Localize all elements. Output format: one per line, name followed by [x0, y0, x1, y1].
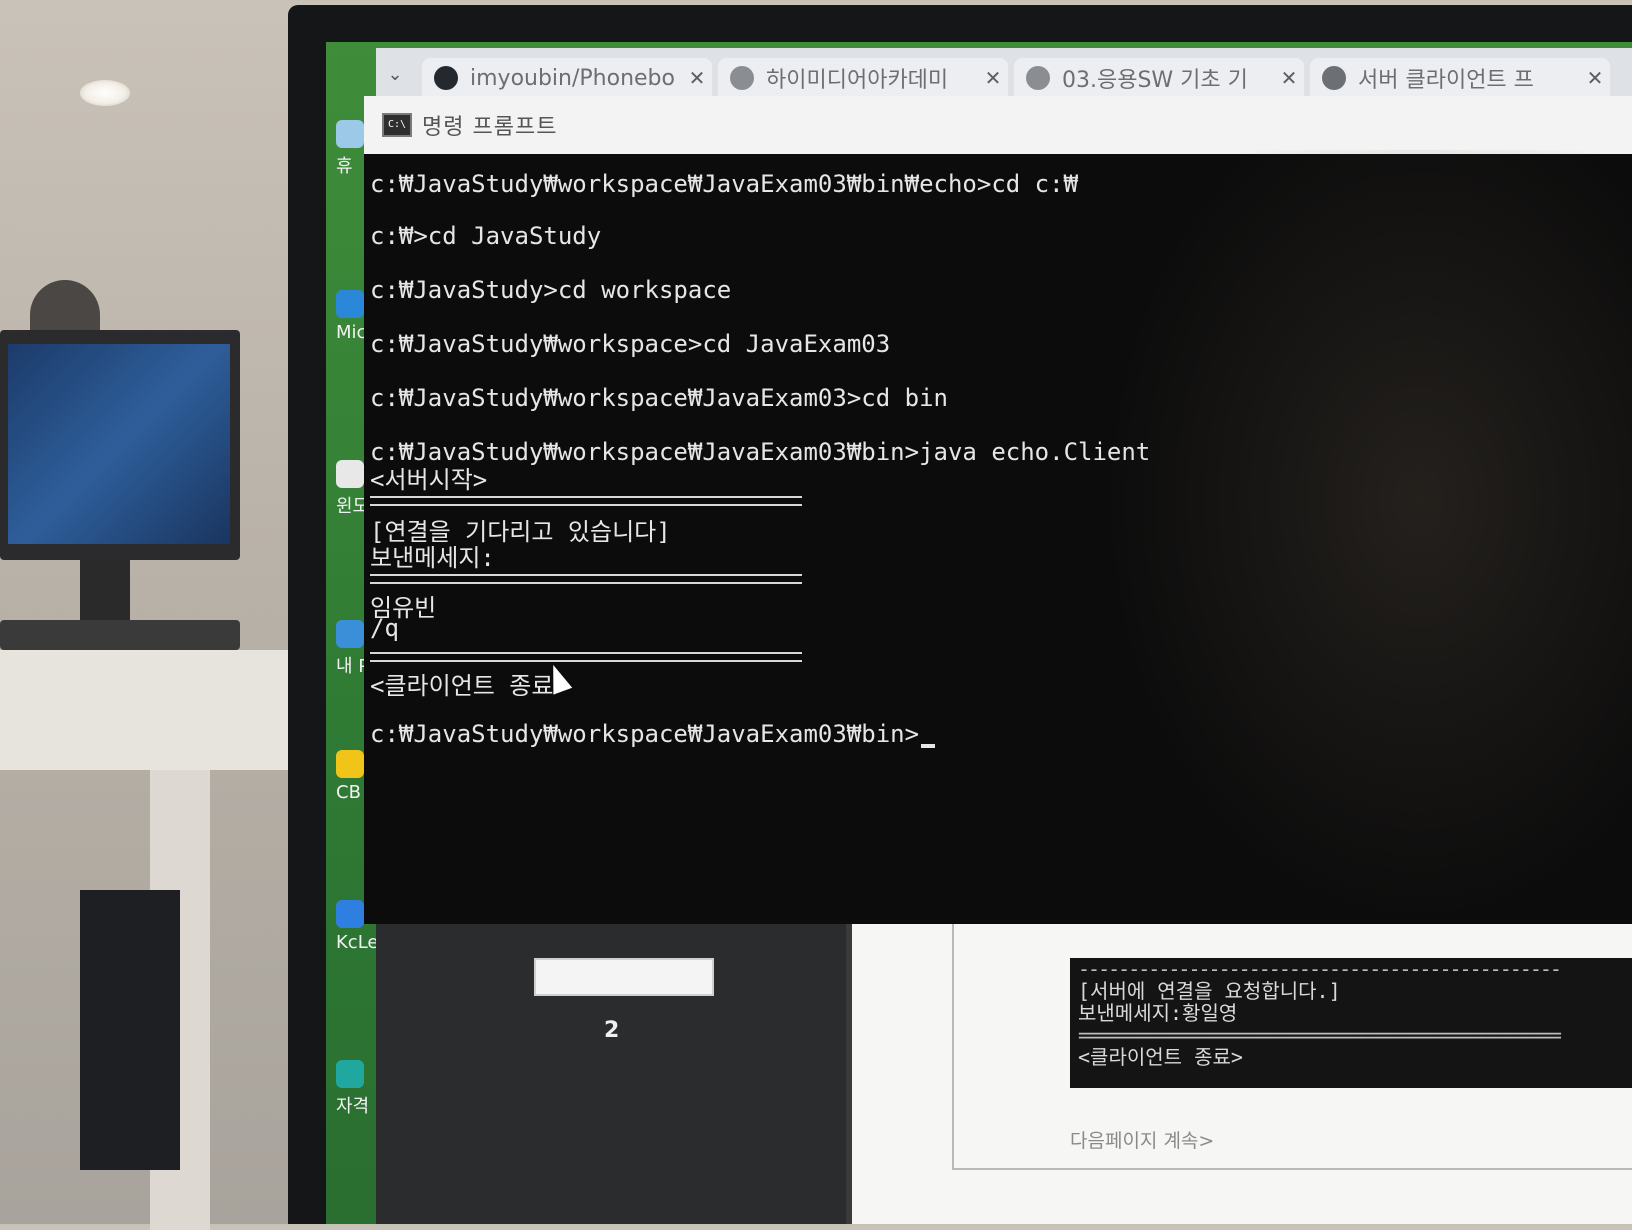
edge-browser-icon	[336, 290, 364, 318]
document-console-line: 보낸메세지:황일영	[1078, 1001, 1238, 1025]
console-line: c:₩JavaStudy>cd workspace	[370, 276, 732, 304]
tab-title: 서버 클라이언트 프	[1358, 68, 1534, 93]
document-footer-note: 다음페이지 계속>	[1070, 1130, 1215, 1152]
background-keyboard	[0, 620, 240, 650]
close-icon[interactable]: ✕	[978, 66, 1008, 90]
console-prompt: c:₩JavaStudy₩workspace₩JavaExam03₩bin>	[370, 720, 920, 748]
document-console-screenshot: ----------------------------------------…	[1070, 958, 1632, 1088]
tab-search-button[interactable]: ⌄	[382, 62, 408, 88]
chevron-down-icon: ⌄	[387, 64, 403, 85]
my-pc-icon	[336, 620, 364, 648]
desktop-icon-label: 휴	[336, 156, 353, 177]
close-icon[interactable]: ✕	[1580, 66, 1610, 90]
recycle-bin-icon	[336, 120, 364, 148]
cmd-console[interactable]: c:₩JavaStudy₩workspace₩JavaExam03₩bin₩ec…	[364, 154, 1632, 924]
console-line: <서버시작>	[370, 466, 488, 494]
ceiling-light	[80, 80, 130, 106]
cmd-window-title: 명령 프롬프트	[422, 115, 558, 140]
page-thumbnail[interactable]	[534, 958, 714, 996]
document-console-line: [서버에 연결을 요청합니다.]	[1078, 979, 1341, 1003]
close-icon[interactable]: ✕	[682, 66, 712, 90]
console-separator	[370, 496, 802, 506]
browser-tab-sw-basics[interactable]: 03.응용SW 기초 기 ✕	[1014, 58, 1304, 98]
globe-icon	[1026, 66, 1050, 90]
console-prompt-line[interactable]: c:₩JavaStudy₩workspace₩JavaExam03₩bin>	[370, 720, 936, 748]
console-separator	[370, 574, 802, 584]
console-separator	[370, 652, 802, 662]
console-rule: ========================================…	[1078, 1024, 1562, 1046]
github-icon	[434, 66, 458, 90]
console-line: c:₩JavaStudy₩workspace₩JavaExam03>cd bin	[370, 384, 948, 412]
console-line: /q	[370, 614, 399, 642]
background-monitor	[0, 330, 240, 560]
tab-title: 하이미디어아카데미	[766, 68, 949, 93]
desktop-icon-label: Mic	[336, 322, 367, 343]
browser-tab-github[interactable]: imyoubin/Phonebo ✕	[422, 58, 712, 98]
background-monitor-stand	[80, 560, 130, 620]
console-line: c:₩JavaStudy₩workspace₩JavaExam03₩bin₩ec…	[370, 170, 1079, 198]
console-line: <클라이언트 종료>	[370, 672, 568, 700]
document-thumbnail-pane: 2	[376, 918, 846, 1224]
background-pc-tower	[80, 890, 180, 1170]
windows-app-icon	[336, 460, 364, 488]
desktop-icon-label: 자격	[336, 1096, 370, 1117]
console-line: 보낸메세지:	[370, 544, 495, 572]
console-line: c:₩>cd JavaStudy	[370, 222, 602, 250]
page-number: 2	[604, 1018, 620, 1043]
browser-tab-himedia[interactable]: 하이미디어아카데미 ✕	[718, 58, 1008, 98]
browser-tab-strip: ⌄ imyoubin/Phonebo ✕ 하이미디어아카데미 ✕ 03.응용SW…	[376, 48, 1632, 100]
tab-title: 03.응용SW 기초 기	[1062, 68, 1248, 93]
document-frame: ----------------------------------------…	[952, 918, 1632, 1170]
browser-tab-server-client[interactable]: 서버 클라이언트 프 ✕	[1310, 58, 1610, 98]
console-line: c:₩JavaStudy₩workspace>cd JavaExam03	[370, 330, 891, 358]
folder-icon	[336, 750, 364, 778]
desktop-icon-label: KcLe	[336, 932, 379, 953]
desktop-icon-label: CB	[336, 782, 361, 803]
app-shortcut-icon	[336, 900, 364, 928]
console-rule: ----------------------------------------…	[1078, 958, 1562, 980]
text-cursor	[921, 744, 936, 748]
background-monitor-screen	[8, 344, 230, 544]
document-page: ----------------------------------------…	[852, 918, 1632, 1224]
background-desk	[0, 650, 300, 770]
globe-icon	[730, 66, 754, 90]
background-room	[0, 0, 300, 1230]
document-console-line: <클라이언트 종료>	[1078, 1045, 1243, 1069]
command-prompt-icon: C:\	[382, 113, 412, 137]
cmd-title-bar[interactable]: C:\ 명령 프롬프트	[364, 96, 1632, 154]
desktop-icon-cert[interactable]: 자격	[336, 1060, 376, 1118]
app-shortcut-icon	[336, 1060, 364, 1088]
close-icon[interactable]: ✕	[1274, 66, 1304, 90]
chatgpt-icon	[1322, 66, 1346, 90]
tab-title: imyoubin/Phonebo	[470, 65, 675, 91]
